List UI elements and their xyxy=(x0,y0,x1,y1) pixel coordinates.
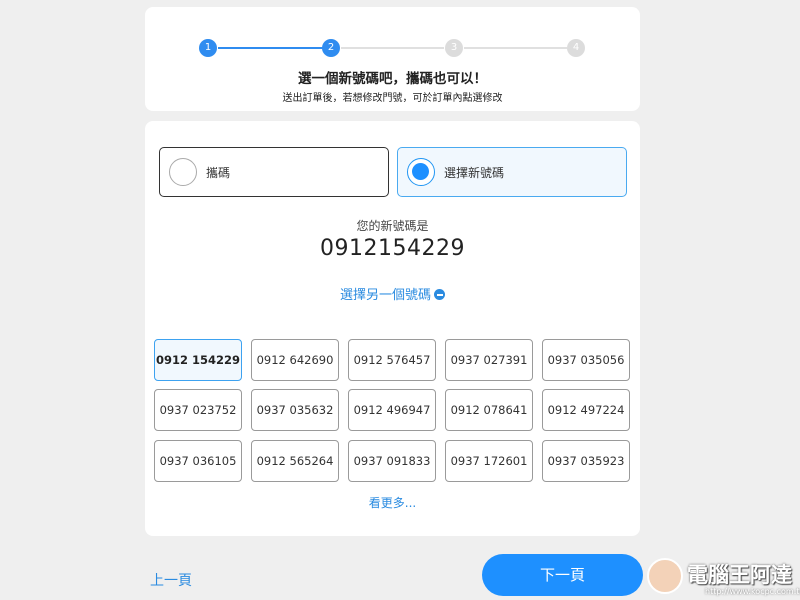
phone-number-option[interactable]: 0937 023752 xyxy=(154,389,242,431)
step-1: 1 xyxy=(199,39,217,57)
step-subtitle: 送出訂單後，若想修改門號，可於訂單內點選修改 xyxy=(282,93,503,104)
option-port-number[interactable]: 攜碼 xyxy=(159,147,389,197)
phone-number-option[interactable]: 0937 035632 xyxy=(251,389,339,431)
phone-number-option[interactable]: 0912 496947 xyxy=(348,389,436,431)
phone-number-option[interactable]: 0912 154229 xyxy=(154,339,242,381)
phone-number-option[interactable]: 0937 172601 xyxy=(445,440,533,482)
step-title: 選一個新號碼吧，攜碼也可以！ xyxy=(298,71,487,87)
step-connector-2 xyxy=(341,47,444,49)
minus-circle-icon xyxy=(434,289,445,300)
radio-unchecked-icon[interactable] xyxy=(169,158,197,186)
phone-number-option[interactable]: 0912 576457 xyxy=(348,339,436,381)
option-port-label: 攜碼 xyxy=(206,166,231,180)
step-4: 4 xyxy=(567,39,585,57)
step-connector-3 xyxy=(464,47,567,49)
number-selection-card: 攜碼 選擇新號碼 您的新號碼是 0912154229 選擇另一個號碼 0912 … xyxy=(145,121,640,536)
new-number-caption: 您的新號碼是 xyxy=(356,219,429,233)
phone-number-option[interactable]: 0912 497224 xyxy=(542,389,630,431)
phone-number-option[interactable]: 0937 036105 xyxy=(154,440,242,482)
see-more-link[interactable]: 看更多... xyxy=(145,494,640,511)
new-number-value: 0912154229 xyxy=(320,236,465,261)
phone-number-option[interactable]: 0937 035923 xyxy=(542,440,630,482)
watermark-url: http://www.kocpc.com.tw xyxy=(705,587,800,596)
phone-number-option[interactable]: 0937 035056 xyxy=(542,339,630,381)
mascot-logo xyxy=(647,558,683,594)
watermark-text: 電腦王阿達 xyxy=(687,563,792,587)
radio-checked-icon[interactable] xyxy=(407,158,435,186)
phone-number-option[interactable]: 0912 565264 xyxy=(251,440,339,482)
watermark: 電腦王阿達 http://www.kocpc.com.tw xyxy=(645,556,800,600)
phone-number-option[interactable]: 0937 091833 xyxy=(348,440,436,482)
phone-number-option[interactable]: 0937 027391 xyxy=(445,339,533,381)
previous-page-link[interactable]: 上一頁 xyxy=(150,570,192,590)
option-new-number[interactable]: 選擇新號碼 xyxy=(397,147,627,197)
next-page-button[interactable]: 下一頁 xyxy=(482,554,643,596)
choose-another-number-link[interactable]: 選擇另一個號碼 xyxy=(145,284,640,303)
step-3: 3 xyxy=(445,39,463,57)
step-2: 2 xyxy=(322,39,340,57)
option-new-number-label: 選擇新號碼 xyxy=(444,166,505,180)
phone-number-option[interactable]: 0912 642690 xyxy=(251,339,339,381)
phone-number-option[interactable]: 0912 078641 xyxy=(445,389,533,431)
step-connector-1 xyxy=(218,47,331,49)
stepper-card: 1 2 3 4 選一個新號碼吧，攜碼也可以！ 送出訂單後，若想修改門號，可於訂單… xyxy=(145,7,640,111)
choose-another-label: 選擇另一個號碼 xyxy=(339,288,431,303)
